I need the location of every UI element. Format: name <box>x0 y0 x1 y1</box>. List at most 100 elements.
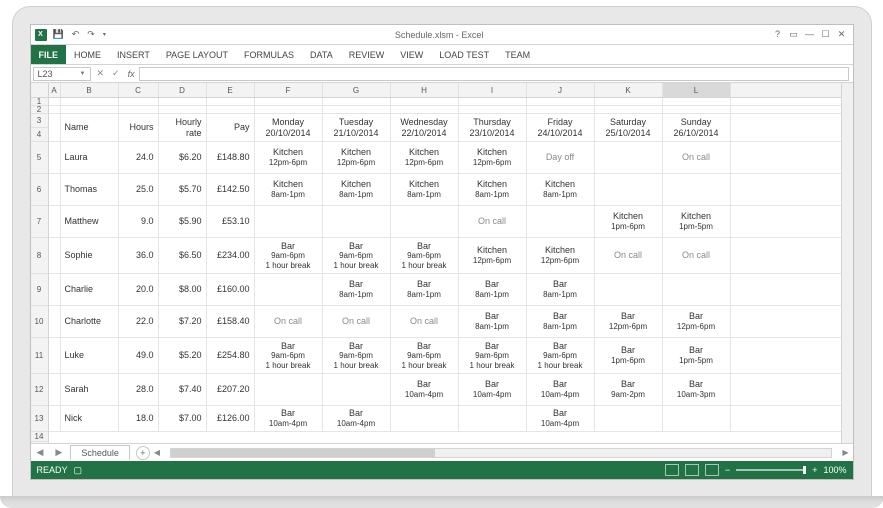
cell-shift[interactable]: Bar9am-6pm1 hour break <box>323 338 391 373</box>
cell-shift[interactable] <box>391 406 459 431</box>
header-name[interactable]: Name <box>61 114 119 141</box>
blank-cell[interactable] <box>255 98 323 105</box>
cell-shift[interactable]: Bar10am-4pm <box>527 374 595 405</box>
blank-cell[interactable] <box>119 98 159 105</box>
cell-name[interactable]: Sophie <box>61 238 119 273</box>
cell-pay[interactable]: £142.50 <box>207 174 255 205</box>
horizontal-scrollbar[interactable]: ◀ ▶ <box>150 448 853 458</box>
cell-hours[interactable]: 28.0 <box>119 374 159 405</box>
cell-shift[interactable]: Bar8am-1pm <box>527 306 595 337</box>
minimize-icon[interactable]: — <box>803 29 817 40</box>
cell-name[interactable]: Thomas <box>61 174 119 205</box>
help-icon[interactable]: ? <box>771 29 785 40</box>
macro-record-icon[interactable]: ▢ <box>74 465 83 476</box>
cell-shift[interactable]: On call <box>459 206 527 237</box>
sheet-cells[interactable]: NameHoursHourly ratePayMonday20/10/2014T… <box>49 98 841 432</box>
col-header-F[interactable]: F <box>255 83 323 97</box>
row-header-9[interactable]: 9 <box>31 274 48 306</box>
cell-rate[interactable]: $8.00 <box>159 274 207 305</box>
cell-pay[interactable]: £148.80 <box>207 142 255 173</box>
cell-shift[interactable]: Kitchen12pm-6pm <box>391 142 459 173</box>
header-day[interactable]: Friday24/10/2014 <box>527 114 595 141</box>
namebox-dropdown-icon[interactable]: ▼ <box>80 71 86 77</box>
cell-shift[interactable]: Bar8am-1pm <box>459 306 527 337</box>
col-header-B[interactable]: B <box>61 83 119 97</box>
cell-shift[interactable]: On call <box>663 238 731 273</box>
gutter-cell[interactable] <box>49 114 61 141</box>
cell-name[interactable]: Nick <box>61 406 119 431</box>
cell-shift[interactable] <box>323 206 391 237</box>
cell-shift[interactable]: Bar1pm-6pm <box>595 338 663 373</box>
add-sheet-button[interactable]: + <box>136 446 150 460</box>
col-header-H[interactable]: H <box>391 83 459 97</box>
cell-shift[interactable]: Bar10am-4pm <box>527 406 595 431</box>
accept-formula-icon[interactable]: ✓ <box>108 68 124 79</box>
cell-pay[interactable]: £207.20 <box>207 374 255 405</box>
cell-name[interactable]: Luke <box>61 338 119 373</box>
cell-shift[interactable] <box>595 174 663 205</box>
blank-cell[interactable] <box>49 106 61 113</box>
sheet-nav-next-icon[interactable]: ▶ <box>49 447 68 458</box>
cell-shift[interactable] <box>595 142 663 173</box>
cell-shift[interactable]: On call <box>255 306 323 337</box>
cell-shift[interactable]: Bar8am-1pm <box>459 274 527 305</box>
cell-pay[interactable]: £126.00 <box>207 406 255 431</box>
fx-icon[interactable]: fx <box>124 69 139 79</box>
blank-cell[interactable] <box>595 98 663 105</box>
header-hours[interactable]: Hours <box>119 114 159 141</box>
row-header-14[interactable]: 14 <box>31 432 48 442</box>
blank-cell[interactable] <box>61 106 119 113</box>
header-day[interactable]: Sunday26/10/2014 <box>663 114 731 141</box>
cell-shift[interactable]: Kitchen8am-1pm <box>323 174 391 205</box>
col-header-G[interactable]: G <box>323 83 391 97</box>
cell-shift[interactable] <box>255 274 323 305</box>
blank-cell[interactable] <box>323 106 391 113</box>
cell-shift[interactable]: Bar12pm-6pm <box>595 306 663 337</box>
header-pay[interactable]: Pay <box>207 114 255 141</box>
header-day[interactable]: Saturday25/10/2014 <box>595 114 663 141</box>
cell-shift[interactable] <box>663 174 731 205</box>
cell-pay[interactable]: £160.00 <box>207 274 255 305</box>
tab-team[interactable]: TEAM <box>497 45 538 64</box>
cell-hours[interactable]: 9.0 <box>119 206 159 237</box>
cell-shift[interactable]: Kitchen1pm-6pm <box>595 206 663 237</box>
row-header-11[interactable]: 11 <box>31 338 48 374</box>
cell-rate[interactable]: $6.50 <box>159 238 207 273</box>
gutter-cell[interactable] <box>49 374 61 405</box>
gutter-cell[interactable] <box>49 406 61 431</box>
cell-shift[interactable]: Bar9am-6pm1 hour break <box>255 238 323 273</box>
cell-shift[interactable] <box>595 406 663 431</box>
gutter-cell[interactable] <box>49 338 61 373</box>
cell-shift[interactable]: Bar8am-1pm <box>391 274 459 305</box>
row-header-6[interactable]: 6 <box>31 174 48 206</box>
cell-pay[interactable]: £254.80 <box>207 338 255 373</box>
col-header-A[interactable]: A <box>49 83 61 97</box>
blank-cell[interactable] <box>323 98 391 105</box>
cell-rate[interactable]: $7.20 <box>159 306 207 337</box>
gutter-cell[interactable] <box>49 174 61 205</box>
cell-shift[interactable]: Bar9am-6pm1 hour break <box>391 238 459 273</box>
cell-pay[interactable]: £234.00 <box>207 238 255 273</box>
cell-shift[interactable]: Kitchen12pm-6pm <box>527 238 595 273</box>
row-header-13[interactable]: 13 <box>31 406 48 432</box>
tab-insert[interactable]: INSERT <box>109 45 158 64</box>
view-pagebreak-icon[interactable] <box>705 464 719 476</box>
blank-cell[interactable] <box>527 98 595 105</box>
header-day[interactable]: Thursday23/10/2014 <box>459 114 527 141</box>
row-header-5[interactable]: 5 <box>31 142 48 174</box>
view-normal-icon[interactable] <box>665 464 679 476</box>
cell-rate[interactable]: $7.00 <box>159 406 207 431</box>
cell-hours[interactable]: 36.0 <box>119 238 159 273</box>
cell-rate[interactable]: $5.70 <box>159 174 207 205</box>
cell-shift[interactable]: Bar1pm-5pm <box>663 338 731 373</box>
cell-name[interactable]: Sarah <box>61 374 119 405</box>
select-all-corner[interactable] <box>31 83 48 98</box>
tab-view[interactable]: VIEW <box>392 45 431 64</box>
cell-shift[interactable] <box>595 274 663 305</box>
cell-shift[interactable] <box>323 374 391 405</box>
cell-rate[interactable]: $5.20 <box>159 338 207 373</box>
name-box[interactable]: L23 ▼ <box>33 67 91 81</box>
cell-pay[interactable]: £53.10 <box>207 206 255 237</box>
cell-shift[interactable] <box>663 274 731 305</box>
view-pagelayout-icon[interactable] <box>685 464 699 476</box>
